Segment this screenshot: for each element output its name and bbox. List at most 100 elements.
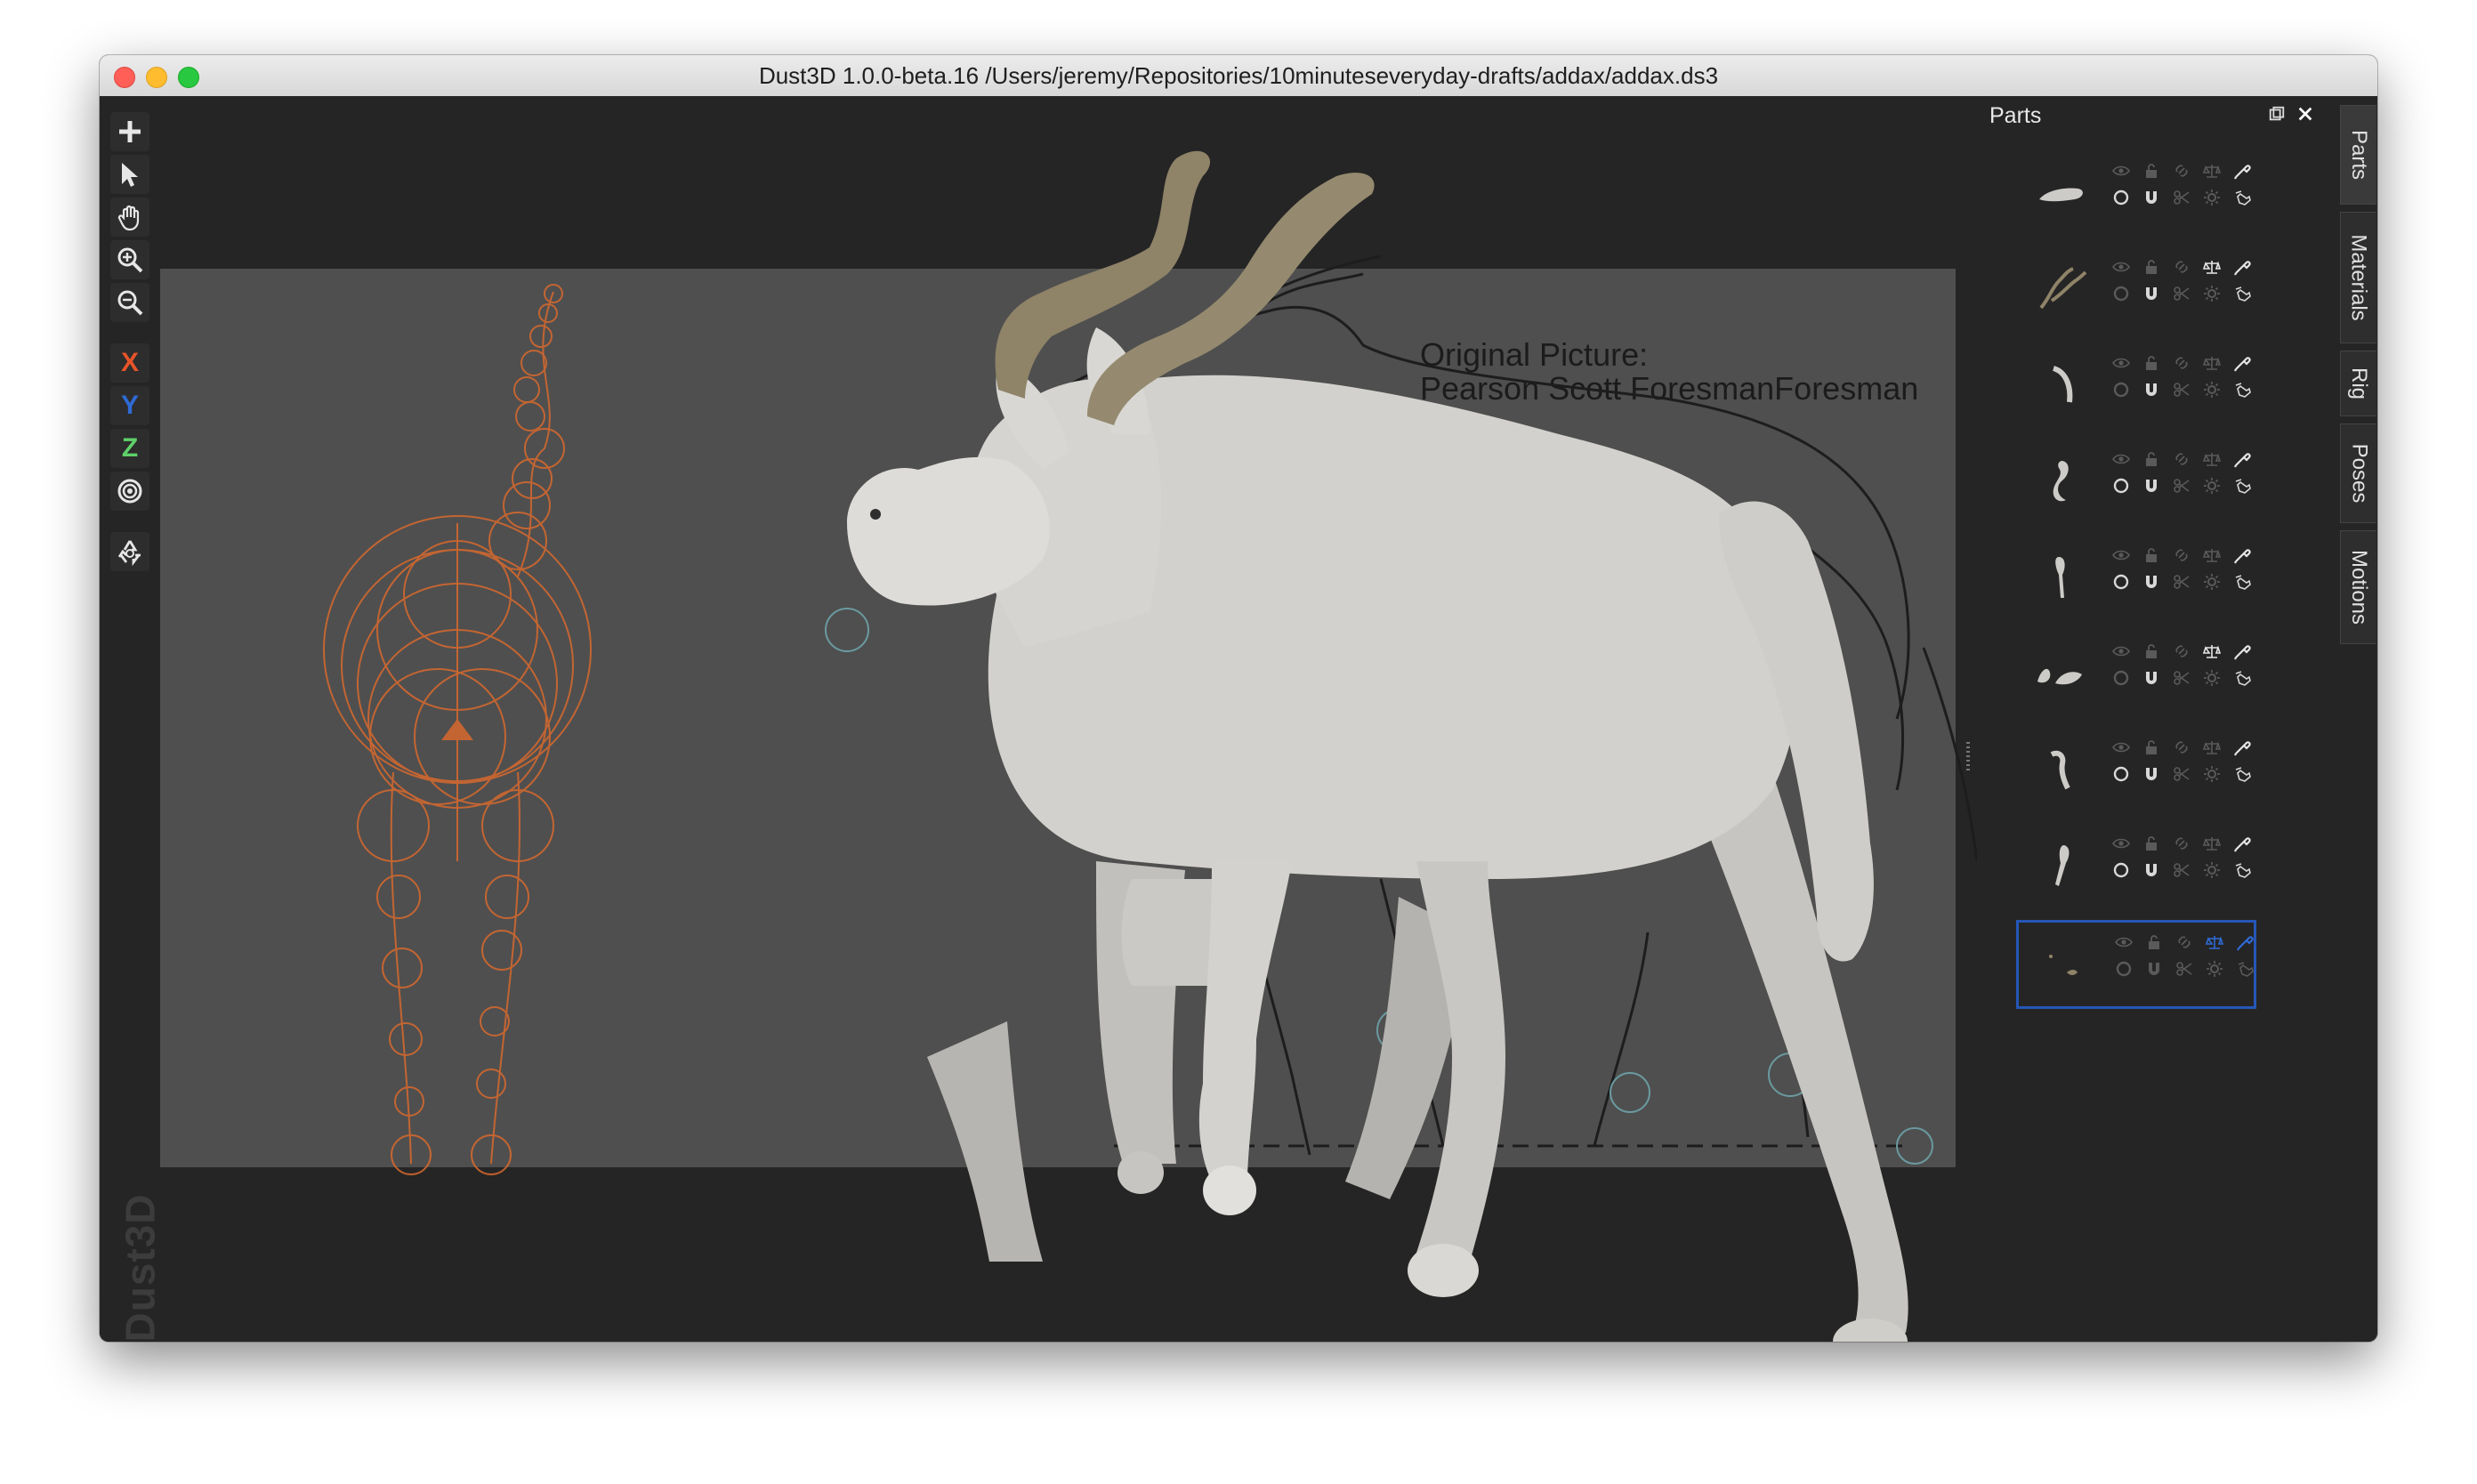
color-picker-toggle[interactable] xyxy=(2231,160,2253,181)
color-picker-toggle[interactable] xyxy=(2231,641,2253,662)
balance-toggle[interactable] xyxy=(2201,448,2223,470)
part-item-tail[interactable] xyxy=(2016,728,2251,811)
lock-toggle[interactable] xyxy=(2141,641,2162,662)
circle-toggle[interactable] xyxy=(2110,379,2132,400)
color-picker-toggle[interactable] xyxy=(2234,932,2255,953)
link-toggle[interactable] xyxy=(2171,448,2192,470)
eye-toggle[interactable] xyxy=(2113,932,2134,953)
magnet-toggle[interactable] xyxy=(2141,571,2162,593)
regenerate-button[interactable] xyxy=(110,532,149,571)
circle-toggle[interactable] xyxy=(2110,475,2132,496)
gear-toggle[interactable] xyxy=(2204,958,2225,980)
lock-toggle[interactable] xyxy=(2141,448,2162,470)
lock-toggle[interactable] xyxy=(2141,352,2162,374)
gear-toggle[interactable] xyxy=(2201,475,2223,496)
lock-toggle[interactable] xyxy=(2141,256,2162,278)
scissors-toggle[interactable] xyxy=(2171,379,2192,400)
eye-toggle[interactable] xyxy=(2110,352,2132,374)
scissors-toggle[interactable] xyxy=(2171,859,2192,881)
color-picker-toggle[interactable] xyxy=(2231,737,2253,758)
eye-toggle[interactable] xyxy=(2110,256,2132,278)
magnet-toggle[interactable] xyxy=(2141,475,2162,496)
magnet-toggle[interactable] xyxy=(2141,187,2162,208)
scissors-toggle[interactable] xyxy=(2171,571,2192,593)
gear-toggle[interactable] xyxy=(2201,571,2223,593)
radius-lock-button[interactable] xyxy=(110,472,149,511)
tab-materials[interactable]: Materials xyxy=(2340,212,2376,343)
hand-pointer-toggle[interactable] xyxy=(2231,187,2253,208)
magnet-toggle[interactable] xyxy=(2141,379,2162,400)
eye-toggle[interactable] xyxy=(2110,833,2132,854)
magnet-toggle[interactable] xyxy=(2141,763,2162,785)
close-panel-button[interactable] xyxy=(2295,105,2315,125)
lock-toggle[interactable] xyxy=(2143,932,2165,953)
balance-toggle[interactable] xyxy=(2201,544,2223,566)
link-toggle[interactable] xyxy=(2171,641,2192,662)
float-panel-button[interactable] xyxy=(2267,105,2287,125)
hand-pointer-toggle[interactable] xyxy=(2231,859,2253,881)
gear-toggle[interactable] xyxy=(2201,283,2223,304)
link-toggle[interactable] xyxy=(2171,737,2192,758)
color-picker-toggle[interactable] xyxy=(2231,352,2253,374)
part-item-body[interactable] xyxy=(2016,151,2251,235)
scissors-toggle[interactable] xyxy=(2171,763,2192,785)
tab-rig[interactable]: Rig xyxy=(2340,351,2376,416)
link-toggle[interactable] xyxy=(2171,256,2192,278)
gear-toggle[interactable] xyxy=(2201,667,2223,689)
color-picker-toggle[interactable] xyxy=(2231,448,2253,470)
eye-toggle[interactable] xyxy=(2110,160,2132,181)
circle-toggle[interactable] xyxy=(2110,667,2132,689)
part-item-head[interactable] xyxy=(2016,440,2251,523)
circle-toggle[interactable] xyxy=(2110,283,2132,304)
hand-pointer-toggle[interactable] xyxy=(2231,379,2253,400)
hand-pointer-toggle[interactable] xyxy=(2231,283,2253,304)
pan-button[interactable] xyxy=(110,198,149,237)
hand-pointer-toggle[interactable] xyxy=(2234,958,2255,980)
part-item-small-parts[interactable] xyxy=(2016,920,2256,1009)
select-button[interactable] xyxy=(110,155,149,194)
hand-pointer-toggle[interactable] xyxy=(2231,763,2253,785)
hand-pointer-toggle[interactable] xyxy=(2231,667,2253,689)
link-toggle[interactable] xyxy=(2171,160,2192,181)
magnet-toggle[interactable] xyxy=(2141,667,2162,689)
eye-toggle[interactable] xyxy=(2110,641,2132,662)
gear-toggle[interactable] xyxy=(2201,379,2223,400)
gear-toggle[interactable] xyxy=(2201,763,2223,785)
link-toggle[interactable] xyxy=(2171,352,2192,374)
front-profile-nodes[interactable] xyxy=(323,284,592,1175)
circle-toggle[interactable] xyxy=(2113,958,2134,980)
gear-toggle[interactable] xyxy=(2201,187,2223,208)
balance-toggle[interactable] xyxy=(2201,160,2223,181)
link-toggle[interactable] xyxy=(2171,544,2192,566)
circle-toggle[interactable] xyxy=(2110,763,2132,785)
part-item-ears[interactable] xyxy=(2016,632,2251,715)
part-item-leg[interactable] xyxy=(2016,536,2251,619)
color-picker-toggle[interactable] xyxy=(2231,256,2253,278)
eye-toggle[interactable] xyxy=(2110,737,2132,758)
part-item-horns[interactable] xyxy=(2016,247,2251,331)
eye-toggle[interactable] xyxy=(2110,448,2132,470)
color-picker-toggle[interactable] xyxy=(2231,544,2253,566)
model-viewport[interactable]: Original Picture: Pearson Scott Foresman… xyxy=(100,96,2217,1342)
hand-pointer-toggle[interactable] xyxy=(2231,571,2253,593)
balance-toggle[interactable] xyxy=(2204,932,2225,953)
eye-toggle[interactable] xyxy=(2110,544,2132,566)
circle-toggle[interactable] xyxy=(2110,571,2132,593)
add-node-button[interactable] xyxy=(110,112,149,151)
tab-motions[interactable]: Motions xyxy=(2340,530,2376,644)
hand-pointer-toggle[interactable] xyxy=(2231,475,2253,496)
scissors-toggle[interactable] xyxy=(2171,283,2192,304)
lock-toggle[interactable] xyxy=(2141,833,2162,854)
scissors-toggle[interactable] xyxy=(2174,958,2195,980)
gear-toggle[interactable] xyxy=(2201,859,2223,881)
scissors-toggle[interactable] xyxy=(2171,475,2192,496)
scissors-toggle[interactable] xyxy=(2171,187,2192,208)
balance-toggle[interactable] xyxy=(2201,833,2223,854)
panel-splitter[interactable] xyxy=(1966,742,1970,770)
lock-toggle[interactable] xyxy=(2141,737,2162,758)
zoom-out-button[interactable] xyxy=(110,283,149,322)
balance-toggle[interactable] xyxy=(2201,641,2223,662)
zoom-in-button[interactable] xyxy=(110,240,149,279)
lock-toggle[interactable] xyxy=(2141,160,2162,181)
magnet-toggle[interactable] xyxy=(2141,283,2162,304)
